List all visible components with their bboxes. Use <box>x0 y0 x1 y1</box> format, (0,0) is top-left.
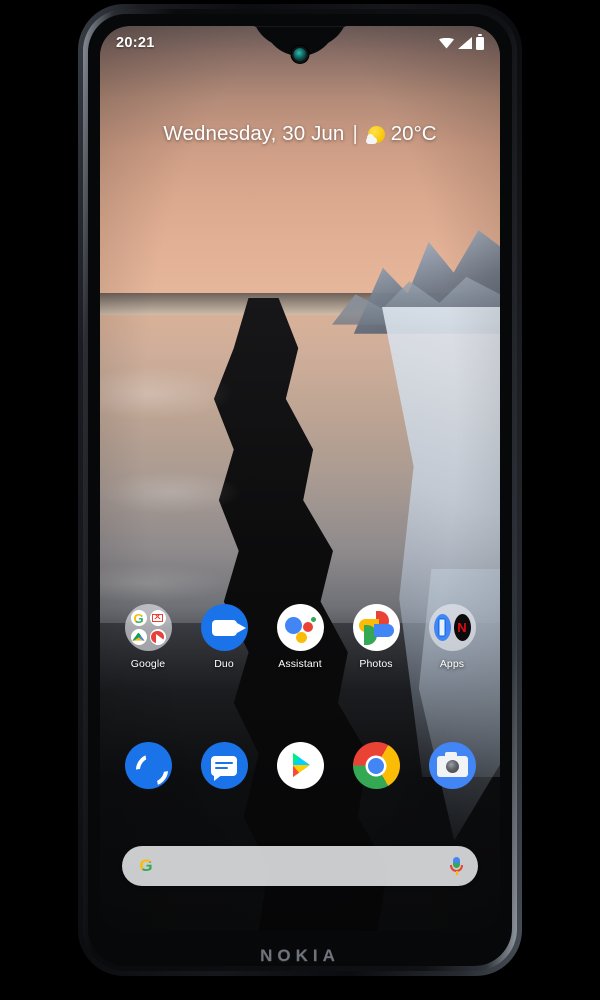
chrome-icon[interactable] <box>352 742 400 789</box>
app-google-folder[interactable]: Google <box>117 604 179 670</box>
microphone-icon[interactable] <box>449 856 464 876</box>
home-app-row: Google Duo Assistant <box>100 604 500 670</box>
google-g-icon: G <box>136 856 156 876</box>
status-clock: 20:21 <box>116 35 155 51</box>
sun-behind-cloud-icon <box>365 125 385 144</box>
dock-app-messages[interactable] <box>193 742 255 789</box>
widget-temperature: 20°C <box>390 122 437 145</box>
gmail-mini-icon <box>149 610 166 626</box>
signal-icon <box>458 37 472 49</box>
google-search-mini-icon <box>130 610 147 626</box>
dock-app-play-store[interactable] <box>269 742 331 789</box>
date-weather-widget[interactable]: Wednesday, 30 Jun | 20°C <box>100 122 500 146</box>
screenshot-stage: 20:21 Wednesday, 30 Jun | 20°C G Google … <box>0 0 600 1000</box>
camera-icon[interactable] <box>428 742 476 789</box>
widget-date-text: Wednesday, 30 Jun <box>163 122 345 145</box>
wifi-icon <box>439 37 454 49</box>
widget-weather[interactable]: 20°C <box>365 122 437 146</box>
status-bar[interactable]: 20:21 <box>100 26 500 60</box>
app-duo[interactable]: Duo <box>193 604 255 670</box>
app-assistant[interactable]: Assistant <box>269 604 331 670</box>
device-chin: NOKIA <box>78 946 522 966</box>
phone-icon[interactable] <box>124 742 172 789</box>
google-photos-icon[interactable] <box>352 604 400 651</box>
wallpaper-vignette <box>100 26 500 931</box>
battery-icon <box>476 36 484 50</box>
phone-device: 20:21 Wednesday, 30 Jun | 20°C G Google … <box>78 4 522 976</box>
nokia-logo: NOKIA <box>260 946 340 965</box>
google-search-bar[interactable]: G <box>122 846 478 886</box>
wallpaper <box>100 26 500 931</box>
messages-icon[interactable] <box>200 742 248 789</box>
netflix-mini-icon <box>453 614 471 641</box>
widget-separator: | <box>352 122 358 145</box>
play-movies-mini-icon <box>149 629 166 645</box>
dock-app-phone[interactable] <box>117 742 179 789</box>
dock-app-chrome[interactable] <box>345 742 407 789</box>
dock-app-camera[interactable] <box>421 742 483 789</box>
google-folder-icon[interactable] <box>124 604 172 651</box>
app-photos[interactable]: Photos <box>345 604 407 670</box>
play-store-icon[interactable] <box>276 742 324 789</box>
app-label: Duo <box>214 658 234 670</box>
drive-mini-icon <box>130 629 147 645</box>
app-label: Apps <box>439 658 465 670</box>
duo-icon[interactable] <box>200 604 248 651</box>
support-app-mini-icon <box>433 614 451 641</box>
app-label: Google <box>130 658 166 670</box>
status-icon-group <box>439 36 484 50</box>
phone-screen[interactable]: 20:21 Wednesday, 30 Jun | 20°C G Google … <box>100 26 500 931</box>
app-label: Assistant <box>278 658 322 670</box>
dock-row <box>100 742 500 789</box>
google-assistant-icon[interactable] <box>276 604 324 651</box>
apps-folder-icon[interactable] <box>428 604 476 651</box>
app-apps-folder[interactable]: Apps <box>421 604 483 670</box>
app-label: Photos <box>359 658 393 670</box>
search-input[interactable] <box>156 858 449 874</box>
